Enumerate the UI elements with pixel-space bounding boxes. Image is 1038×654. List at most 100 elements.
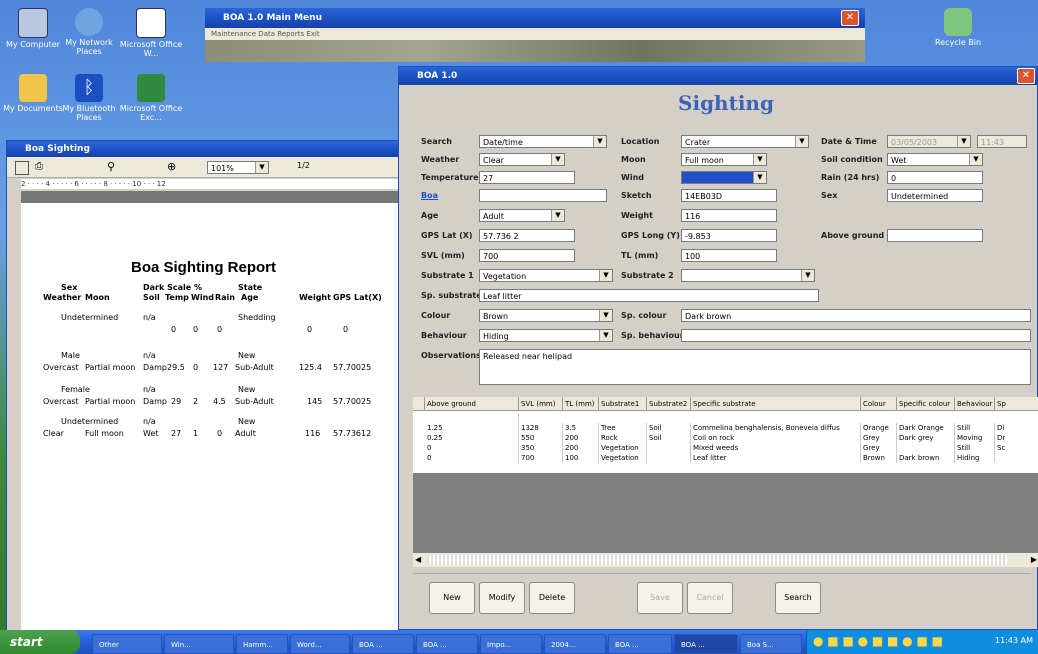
print-icon[interactable]: ⎙ bbox=[35, 161, 43, 172]
desktop-icon-label: Recycle Bin bbox=[934, 38, 982, 47]
moon-select[interactable]: Full moon ▼ bbox=[681, 153, 767, 166]
grid-header[interactable]: Behaviour bbox=[955, 397, 995, 411]
rec-wind: 1 bbox=[193, 429, 199, 438]
behaviour-select[interactable]: Hiding ▼ bbox=[479, 329, 613, 342]
colour-select[interactable]: Brown ▼ bbox=[479, 309, 613, 322]
tray-icons[interactable]: ● ■ ■ ● ■ ■ ● ■ ■ bbox=[813, 634, 943, 648]
above-ground-field[interactable] bbox=[887, 229, 983, 242]
observations-field[interactable]: Released near helipad bbox=[479, 349, 1031, 385]
cell: 0 bbox=[425, 453, 519, 463]
start-button[interactable]: start bbox=[0, 630, 80, 654]
main-menu-items[interactable]: Maintenance Data Reports Exit bbox=[211, 30, 320, 38]
temperature-field[interactable]: 27 bbox=[479, 171, 575, 184]
tl-field[interactable]: 100 bbox=[681, 249, 777, 262]
svl-field[interactable]: 700 bbox=[479, 249, 575, 262]
taskbar-item[interactable]: BOA ... bbox=[416, 634, 478, 654]
age-select[interactable]: Adult ▼ bbox=[479, 209, 565, 222]
scroll-right-icon[interactable]: ▶ bbox=[1031, 555, 1037, 564]
taskbar-item[interactable]: Win... bbox=[164, 634, 234, 654]
grid-header[interactable]: Above ground bbox=[425, 397, 519, 411]
substrate2-select[interactable]: ▼ bbox=[681, 269, 815, 282]
sex-value: Undetermined bbox=[891, 192, 949, 201]
table-row[interactable]: 1.25 1328 3.5 Tree Soil Commelina bengha… bbox=[413, 423, 1038, 433]
scroll-left-icon[interactable]: ◀ bbox=[415, 555, 421, 564]
taskbar-item[interactable]: 2004... bbox=[544, 634, 606, 654]
close-icon[interactable]: ✕ bbox=[841, 10, 859, 26]
taskbar-item[interactable]: Word... bbox=[290, 634, 350, 654]
desktop-icon-my-network-places[interactable]: My Network Places bbox=[56, 8, 122, 56]
desktop-icon-office-word[interactable]: Microsoft Office W... bbox=[118, 8, 184, 58]
grid-header[interactable]: Colour bbox=[861, 397, 897, 411]
substrate1-select[interactable]: Vegetation ▼ bbox=[479, 269, 613, 282]
boa-field[interactable] bbox=[479, 189, 607, 202]
desktop-icon-bluetooth-places[interactable]: ᛒ My Bluetooth Places bbox=[56, 74, 122, 122]
grid-header[interactable]: TL (mm) bbox=[563, 397, 599, 411]
rain-field[interactable]: 0 bbox=[887, 171, 983, 184]
delete-button[interactable]: Delete bbox=[529, 582, 575, 614]
taskbar-item[interactable]: Other bbox=[92, 634, 162, 654]
network-icon bbox=[75, 8, 103, 36]
rec-age: Sub-Adult bbox=[235, 363, 274, 372]
zoom-icon[interactable]: ⊕ bbox=[167, 160, 176, 173]
grid-header[interactable]: Substrate1 bbox=[599, 397, 647, 411]
zoom-select[interactable]: 101% ▼ bbox=[207, 161, 269, 174]
grid-header[interactable]: SVL (mm) bbox=[519, 397, 563, 411]
scroll-track[interactable] bbox=[427, 555, 1007, 565]
sex-field[interactable]: Undetermined bbox=[887, 189, 983, 202]
search-select[interactable]: Date/time ▼ bbox=[479, 135, 607, 148]
new-button[interactable]: New bbox=[429, 582, 475, 614]
moon-value: Full moon bbox=[685, 156, 724, 165]
taskbar-item[interactable]: BOA ... bbox=[352, 634, 414, 654]
table-row[interactable]: 0 350 200 Vegetation Mixed weeds Grey St… bbox=[413, 443, 1038, 453]
taskbar-item[interactable]: BOA ... bbox=[674, 634, 738, 654]
search-label: Search bbox=[421, 137, 452, 146]
tl-value: 100 bbox=[685, 252, 701, 261]
rec-rain: 4.5 bbox=[213, 397, 226, 406]
sp-behaviour-field[interactable] bbox=[681, 329, 1031, 342]
binoculars-icon[interactable]: ⚲ bbox=[107, 160, 115, 173]
cell: Dark brown bbox=[897, 453, 955, 463]
taskbar-item[interactable]: Hamm... bbox=[236, 634, 288, 654]
rec-age: Adult bbox=[235, 429, 256, 438]
table-row[interactable] bbox=[413, 413, 1038, 423]
wind-select[interactable]: ▼ bbox=[681, 171, 767, 184]
time-field[interactable]: 11:43 bbox=[977, 135, 1027, 148]
col-moon: Moon bbox=[85, 293, 110, 302]
cancel-button[interactable]: Cancel bbox=[687, 582, 733, 614]
grid-header[interactable]: Specific substrate bbox=[691, 397, 861, 411]
sp-colour-value: Dark brown bbox=[685, 312, 732, 321]
cell: 0 bbox=[425, 443, 519, 453]
save-button[interactable]: Save bbox=[637, 582, 683, 614]
desktop-icon-office-excel[interactable]: Microsoft Office Exc... bbox=[118, 74, 184, 122]
sightings-grid[interactable]: Above ground SVL (mm) TL (mm) Substrate1… bbox=[413, 397, 1038, 567]
grid-header[interactable]: Specific colour bbox=[897, 397, 955, 411]
rec-sex: Male bbox=[61, 351, 80, 360]
date-picker[interactable]: 03/05/2003 ▼ bbox=[887, 135, 971, 148]
taskbar-item[interactable]: Boa S... bbox=[740, 634, 802, 654]
rec-gps: 57.70025 bbox=[333, 397, 372, 406]
table-row[interactable]: 0.25 550 200 Rock Soil Coil on rock Grey… bbox=[413, 433, 1038, 443]
modify-button[interactable]: Modify bbox=[479, 582, 525, 614]
taskbar-item[interactable]: Impo... bbox=[480, 634, 542, 654]
desktop-icon-recycle-bin[interactable]: Recycle Bin bbox=[925, 8, 991, 47]
main-menu-bar[interactable]: Maintenance Data Reports Exit bbox=[205, 28, 865, 40]
table-row[interactable]: 0 700 100 Vegetation Leaf litter Brown D… bbox=[413, 453, 1038, 463]
location-select[interactable]: Crater ▼ bbox=[681, 135, 809, 148]
close-icon[interactable]: ✕ bbox=[1017, 68, 1035, 84]
sketch-field[interactable]: 14EB03D bbox=[681, 189, 777, 202]
gps-lat-field[interactable]: 57.736 2 bbox=[479, 229, 575, 242]
soil-select[interactable]: Wet ▼ bbox=[887, 153, 983, 166]
gps-long-field[interactable]: -9.853 bbox=[681, 229, 777, 242]
boa-link[interactable]: Boa bbox=[421, 191, 438, 200]
chevron-down-icon: ▼ bbox=[593, 136, 606, 147]
taskbar-item[interactable]: BOA ... bbox=[608, 634, 672, 654]
view-icon[interactable] bbox=[15, 161, 29, 175]
grid-header[interactable]: Substrate2 bbox=[647, 397, 691, 411]
grid-scrollbar[interactable]: ◀ ▶ bbox=[413, 553, 1038, 567]
weight-field[interactable]: 116 bbox=[681, 209, 777, 222]
sp-colour-field[interactable]: Dark brown bbox=[681, 309, 1031, 322]
grid-header[interactable]: Sp bbox=[995, 397, 1038, 411]
weather-select[interactable]: Clear ▼ bbox=[479, 153, 565, 166]
sp-substrate-field[interactable]: Leaf litter bbox=[479, 289, 819, 302]
search-button[interactable]: Search bbox=[775, 582, 821, 614]
